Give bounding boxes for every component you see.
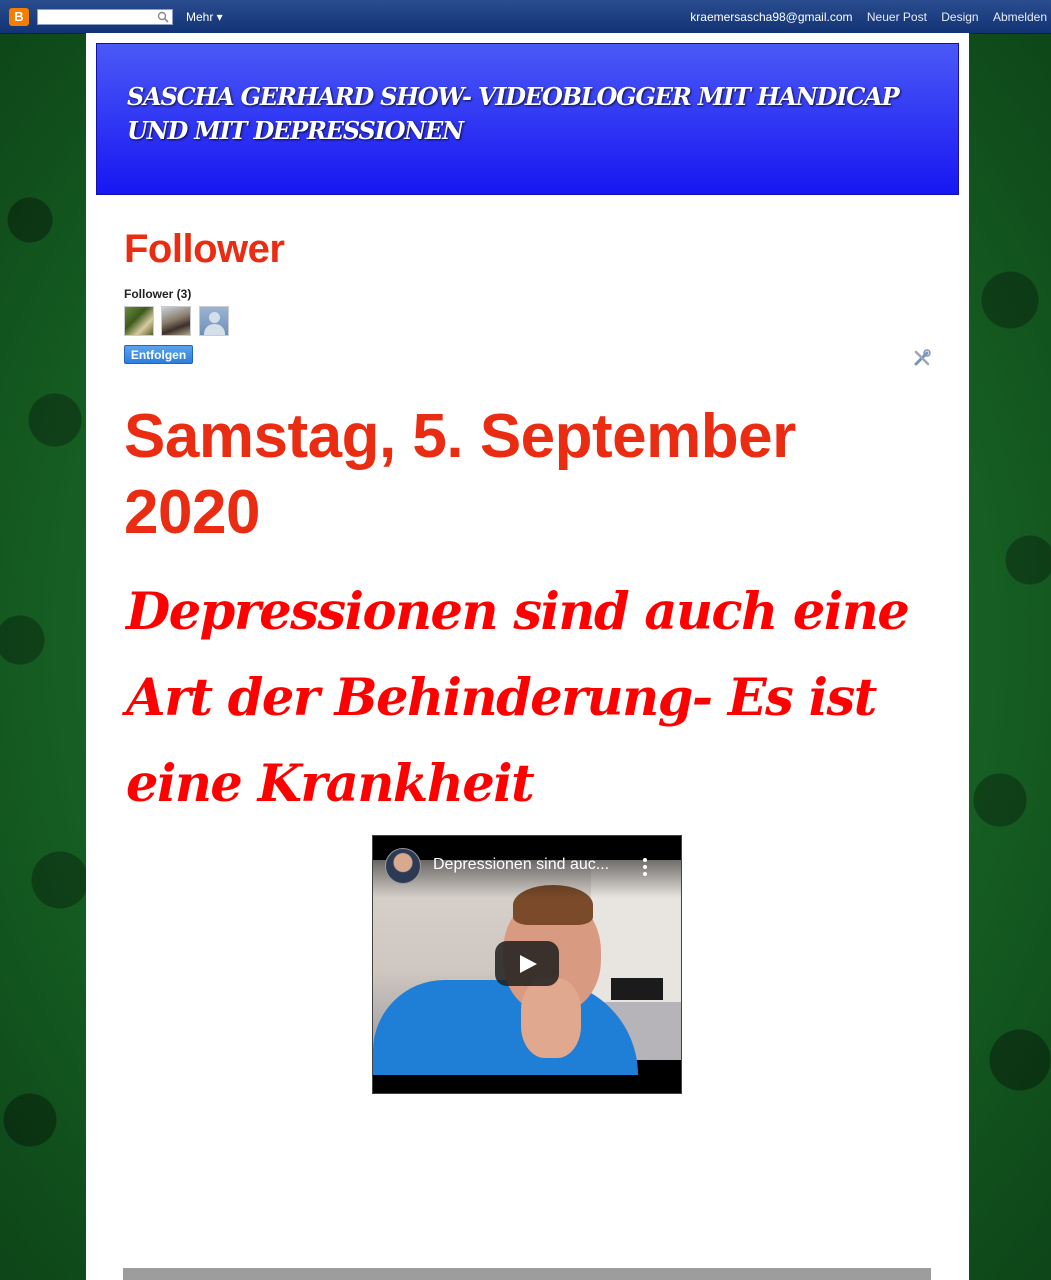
more-menu[interactable]: Mehr ▾ bbox=[186, 10, 223, 24]
follower-avatars bbox=[124, 306, 232, 336]
follower-avatar[interactable] bbox=[124, 306, 154, 336]
blog-title[interactable]: SASCHA GERHARD SHOW- VIDEOBLOGGER MIT HA… bbox=[127, 80, 927, 148]
account-links: kraemersascha98@gmail.com Neuer Post Des… bbox=[679, 10, 1047, 24]
blog-header: SASCHA GERHARD SHOW- VIDEOBLOGGER MIT HA… bbox=[96, 43, 959, 195]
search-icon[interactable] bbox=[157, 11, 169, 23]
section-divider bbox=[123, 1268, 931, 1280]
default-avatar-icon[interactable] bbox=[198, 306, 229, 336]
follower-avatar[interactable] bbox=[161, 306, 192, 336]
search-input[interactable] bbox=[37, 9, 173, 25]
play-button[interactable] bbox=[495, 941, 559, 986]
follower-heading: Follower bbox=[124, 227, 285, 271]
channel-avatar[interactable] bbox=[385, 848, 421, 884]
edit-widget-icon[interactable] bbox=[912, 348, 932, 368]
blogger-logo-icon[interactable]: B bbox=[9, 8, 29, 26]
account-email[interactable]: kraemersascha98@gmail.com bbox=[690, 10, 852, 24]
more-vert-icon[interactable] bbox=[641, 858, 649, 878]
logout-link[interactable]: Abmelden bbox=[993, 10, 1047, 24]
design-link[interactable]: Design bbox=[941, 10, 978, 24]
follower-count[interactable]: Follower (3) bbox=[124, 287, 191, 301]
blog-page: SASCHA GERHARD SHOW- VIDEOBLOGGER MIT HA… bbox=[86, 33, 969, 1280]
unfollow-button[interactable]: Entfolgen bbox=[124, 345, 193, 364]
video-title-bar: Depressionen sind auc... bbox=[373, 836, 681, 898]
post-title[interactable]: Depressionen sind auch eine Art der Behi… bbox=[126, 569, 956, 827]
video-title[interactable]: Depressionen sind auc... bbox=[433, 856, 633, 874]
video-embed[interactable]: Depressionen sind auc... bbox=[372, 835, 682, 1094]
post-date: Samstag, 5. September 2020 bbox=[124, 402, 796, 547]
new-post-link[interactable]: Neuer Post bbox=[867, 10, 927, 24]
blogger-navbar: B Mehr ▾ kraemersascha98@gmail.com Neuer… bbox=[0, 0, 1051, 34]
